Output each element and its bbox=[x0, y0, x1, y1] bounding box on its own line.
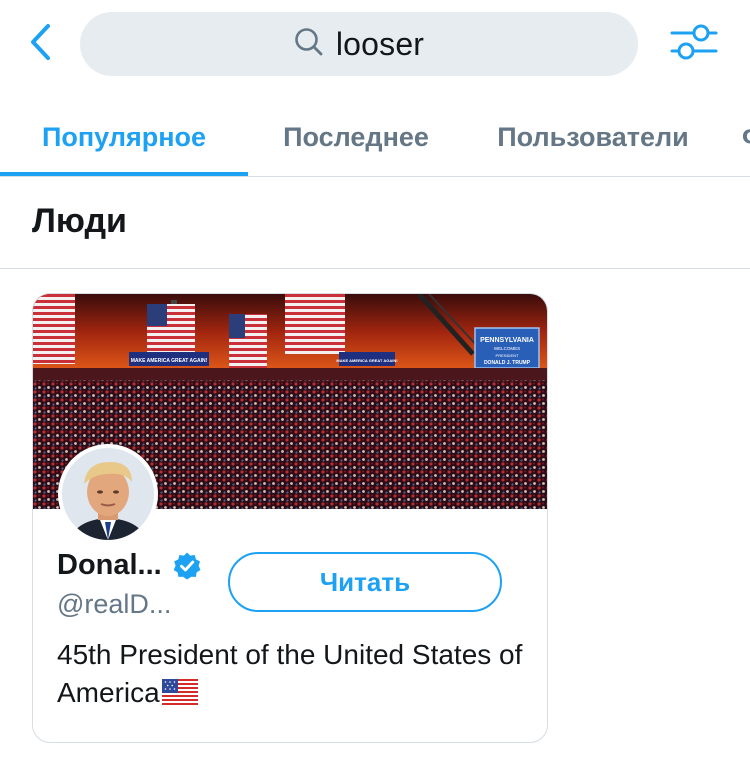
section-divider bbox=[0, 268, 750, 269]
follow-button[interactable]: Читать bbox=[228, 552, 502, 612]
back-button[interactable] bbox=[22, 22, 58, 67]
section-title-people: Люди bbox=[32, 202, 127, 240]
sliders-icon bbox=[669, 22, 719, 67]
top-bar: looser bbox=[0, 0, 750, 90]
active-tab-indicator bbox=[0, 172, 248, 176]
chevron-left-icon bbox=[28, 22, 52, 67]
search-tabs: Популярное Последнее Пользователи Фото bbox=[0, 98, 750, 177]
name-row: Donal... bbox=[57, 549, 202, 582]
sign-line2-text: WELCOMES bbox=[494, 346, 520, 351]
tab-popular[interactable]: Популярное bbox=[0, 98, 248, 176]
verified-badge-icon bbox=[172, 551, 202, 581]
search-icon bbox=[294, 27, 324, 62]
search-query-text: looser bbox=[335, 25, 425, 62]
banner-small-text-2: MAKE AMERICA GREAT AGAIN! bbox=[336, 358, 397, 363]
avatar[interactable] bbox=[58, 444, 158, 544]
tab-photos[interactable]: Фото bbox=[742, 98, 750, 176]
user-bio-text: 45th President of the United States of A… bbox=[57, 639, 523, 708]
tab-people[interactable]: Пользователи bbox=[478, 98, 708, 176]
user-handle: @realD... bbox=[57, 589, 172, 619]
us-flag-icon bbox=[161, 677, 198, 715]
sign-main-text: PENNSYLVANIA bbox=[480, 337, 534, 344]
user-card[interactable]: MAKE AMERICA GREAT AGAIN! MAKE AMERICA G… bbox=[32, 293, 548, 743]
user-bio: 45th President of the United States of A… bbox=[57, 636, 527, 715]
sign-line3-text: PRESIDENT bbox=[496, 353, 519, 358]
sign-line4-text: DONALD J. TRUMP bbox=[484, 360, 531, 366]
display-name[interactable]: Donal... bbox=[57, 549, 162, 582]
search-filter-button[interactable] bbox=[668, 22, 720, 66]
tab-latest[interactable]: Последнее bbox=[262, 98, 450, 176]
banner-small-text-1: MAKE AMERICA GREAT AGAIN! bbox=[131, 358, 208, 364]
search-input[interactable]: looser bbox=[80, 12, 638, 76]
